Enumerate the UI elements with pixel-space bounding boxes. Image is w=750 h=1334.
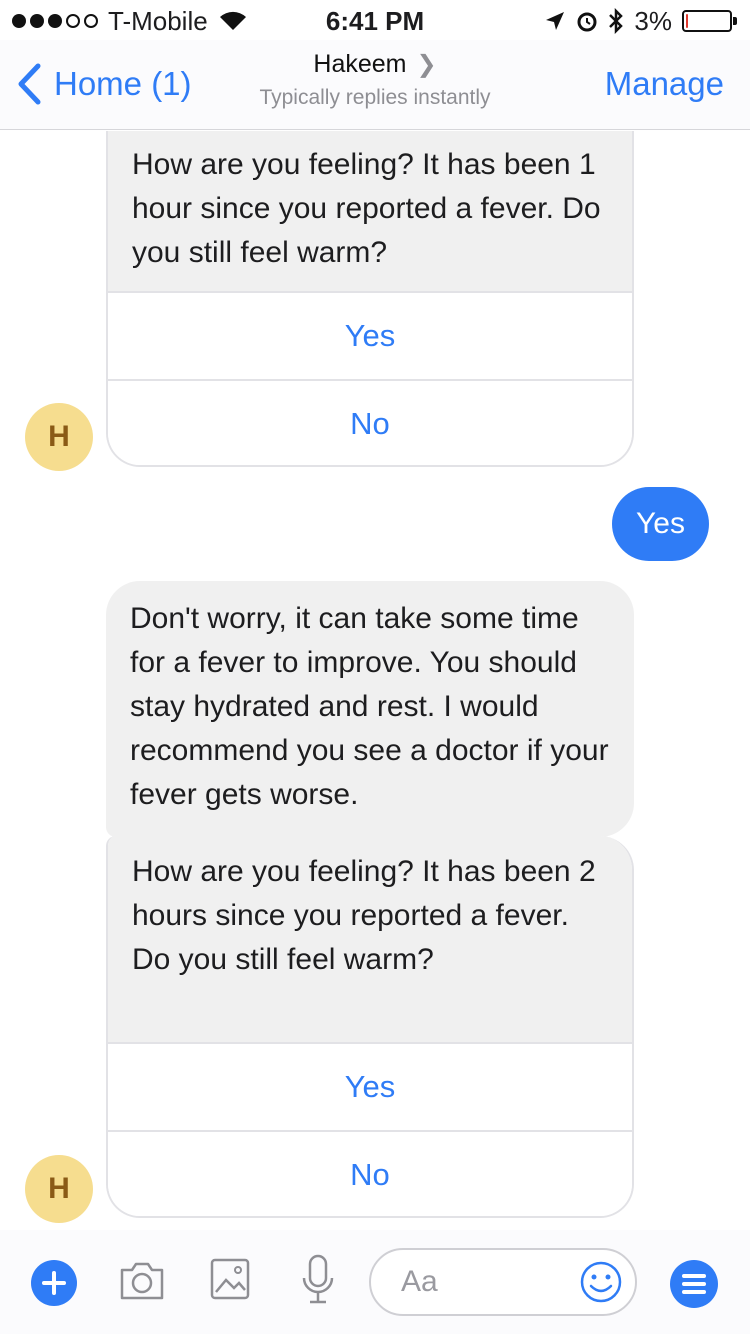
chevron-right-icon: ❯ — [416, 51, 437, 78]
bot-question-1: How are you feeling? It has been 1 hour … — [108, 131, 632, 291]
message-thread[interactable]: How are you feeling? It has been 1 hour … — [0, 131, 750, 1228]
quick-reply-no-1[interactable]: No — [108, 379, 632, 465]
message-input-placeholder: Aa — [401, 1265, 438, 1298]
status-bar: T-Mobile 6:41 PM 3% — [0, 0, 750, 40]
avatar[interactable]: H — [25, 403, 93, 471]
quick-reply-card-1: How are you feeling? It has been 1 hour … — [106, 131, 634, 467]
menu-icon[interactable] — [670, 1260, 718, 1308]
camera-icon[interactable] — [118, 1258, 166, 1302]
plus-icon[interactable] — [31, 1260, 77, 1306]
navigation-bar: Home (1) Hakeem ❯ Typically replies insta… — [0, 40, 750, 130]
bot-message-bubble[interactable]: Don't worry, it can take some time for a… — [106, 581, 634, 837]
bot-message-text: Don't worry, it can take some time for a… — [130, 602, 609, 811]
back-button[interactable]: Home (1) — [16, 62, 192, 106]
back-label: Home (1) — [54, 65, 192, 102]
battery-fill — [686, 14, 688, 28]
contact-subtitle: Typically replies instantly — [259, 86, 491, 109]
status-right: 3% — [544, 6, 738, 36]
quick-reply-card-2: How are you feeling? It has been 2 hours… — [106, 836, 634, 1218]
battery-percent: 3% — [634, 5, 672, 36]
quick-reply-no-2[interactable]: No — [108, 1130, 632, 1216]
bot-question-2: How are you feeling? It has been 2 hours… — [108, 836, 632, 1042]
manage-button[interactable]: Manage — [605, 62, 724, 106]
user-message-bubble[interactable]: Yes — [612, 487, 709, 561]
microphone-icon[interactable] — [300, 1254, 336, 1306]
contact-name: Hakeem — [313, 50, 407, 78]
message-composer: Aa — [0, 1230, 750, 1334]
contact-name-row: Hakeem ❯ — [200, 48, 550, 81]
message-input[interactable]: Aa — [369, 1248, 637, 1316]
alarm-icon — [577, 12, 597, 32]
location-arrow-icon — [546, 12, 565, 30]
emoji-icon[interactable] — [579, 1260, 623, 1304]
chevron-left-icon — [18, 63, 41, 105]
photo-gallery-icon[interactable] — [210, 1258, 250, 1300]
bluetooth-icon — [609, 8, 624, 34]
battery-icon — [682, 10, 737, 32]
avatar[interactable]: H — [25, 1155, 93, 1223]
quick-reply-yes-2[interactable]: Yes — [108, 1042, 632, 1130]
contact-header[interactable]: Hakeem ❯ Typically replies instantly — [200, 48, 550, 115]
quick-reply-yes-1[interactable]: Yes — [108, 291, 632, 379]
